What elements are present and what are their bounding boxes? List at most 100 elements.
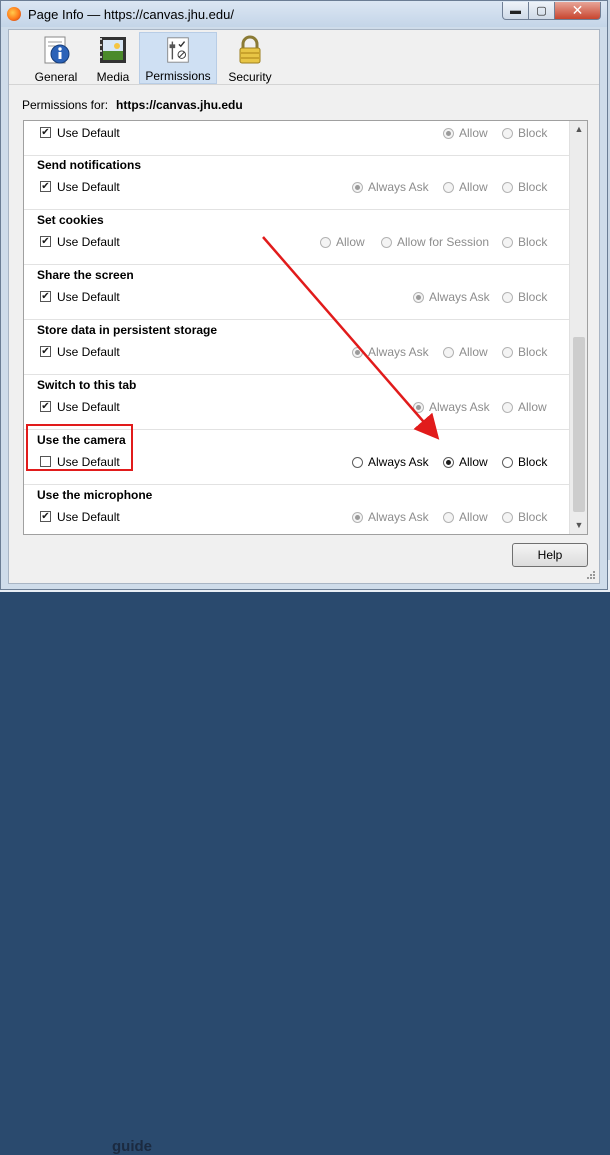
radio-label: Allow: [459, 180, 488, 194]
use-default-label[interactable]: Use Default: [57, 290, 120, 304]
radio-dot[interactable]: [381, 236, 392, 248]
radio-label: Always Ask: [368, 345, 429, 359]
title-bar[interactable]: Page Info — https://canvas.jhu.edu/ ▬ ▢ …: [1, 1, 607, 27]
scrollbar[interactable]: ▲ ▼: [569, 121, 587, 534]
radio-dot[interactable]: [443, 181, 454, 193]
radio-allow[interactable]: Allow: [443, 126, 488, 140]
scroll-down-arrow-icon[interactable]: ▼: [570, 517, 587, 534]
use-default-label[interactable]: Use Default: [57, 180, 120, 194]
use-default-checkbox[interactable]: ✔: [40, 291, 51, 302]
use-default-label[interactable]: Use Default: [57, 235, 120, 249]
permission-row: Store data in persistent storage ✔ Use Def…: [24, 319, 569, 375]
permission-title: Use the microphone: [37, 488, 153, 502]
use-default-label[interactable]: Use Default: [57, 345, 120, 359]
radio-block[interactable]: Block: [502, 455, 547, 469]
tab-security[interactable]: Security: [226, 32, 274, 84]
radio-dot[interactable]: [502, 456, 513, 468]
use-default-checkbox[interactable]: ✔: [40, 181, 51, 192]
permission-title: Share the screen: [37, 268, 134, 282]
radio-label: Allow: [336, 235, 365, 249]
radio-allow[interactable]: Allow: [443, 345, 488, 359]
use-default-label[interactable]: Use Default: [57, 126, 120, 140]
use-default-checkbox[interactable]: [40, 456, 51, 467]
tab-media[interactable]: Media: [92, 32, 134, 84]
permission-row: Use the microphone ✔ Use Default Always Ask…: [24, 484, 569, 534]
radio-label: Allow: [459, 510, 488, 524]
scroll-thumb[interactable]: [573, 337, 585, 512]
radio-block[interactable]: Block: [502, 345, 547, 359]
radio-always-ask[interactable]: Always Ask: [413, 400, 490, 414]
radio-dot[interactable]: [352, 346, 363, 358]
radio-always-ask[interactable]: Always Ask: [352, 345, 429, 359]
radio-dot[interactable]: [352, 181, 363, 193]
radio-label: Always Ask: [368, 510, 429, 524]
permission-row: Switch to this tab ✔ Use Default Always Ask…: [24, 374, 569, 430]
radio-dot[interactable]: [320, 236, 331, 248]
radio-block[interactable]: Block: [502, 290, 547, 304]
radio-dot[interactable]: [502, 511, 513, 523]
radio-dot[interactable]: [413, 291, 424, 303]
radio-allow[interactable]: Allow: [320, 235, 365, 249]
radio-label: Block: [518, 455, 548, 469]
permission-row: ✔ Use Default Allow Block: [24, 121, 569, 156]
radio-label: Always Ask: [429, 290, 490, 304]
radio-dot[interactable]: [502, 127, 513, 139]
use-default-checkbox[interactable]: ✔: [40, 346, 51, 357]
help-button[interactable]: Help: [512, 543, 588, 567]
tab-permissions[interactable]: Permissions: [139, 32, 217, 84]
radio-always-ask[interactable]: Always Ask: [413, 290, 490, 304]
radio-dot[interactable]: [443, 456, 454, 468]
close-button[interactable]: ✕: [555, 2, 601, 20]
radio-block[interactable]: Block: [502, 235, 547, 249]
radio-allow[interactable]: Allow: [443, 455, 488, 469]
radio-dot[interactable]: [443, 511, 454, 523]
use-default-checkbox[interactable]: ✔: [40, 236, 51, 247]
use-default-label[interactable]: Use Default: [57, 400, 120, 414]
tab-security-label: Security: [228, 70, 272, 84]
radio-dot[interactable]: [502, 181, 513, 193]
use-default-label[interactable]: Use Default: [57, 510, 120, 524]
radio-dot[interactable]: [352, 456, 363, 468]
radio-dot[interactable]: [502, 346, 513, 358]
permission-row: Send notifications ✔ Use Default Always Ask…: [24, 154, 569, 210]
radio-allow[interactable]: Allow: [443, 510, 488, 524]
radio-dot[interactable]: [502, 236, 513, 248]
radio-always-ask[interactable]: Always Ask: [352, 180, 429, 194]
permission-title: Use the camera: [37, 433, 126, 447]
radio-dot[interactable]: [443, 127, 454, 139]
radio-label: Allow: [459, 455, 488, 469]
tab-general-label: General: [34, 70, 78, 84]
radio-allow-for-session[interactable]: Allow for Session: [381, 235, 489, 249]
radio-allow[interactable]: Allow: [502, 400, 547, 414]
radio-dot[interactable]: [352, 511, 363, 523]
tab-permissions-label: Permissions: [145, 69, 211, 83]
lock-icon: [239, 35, 261, 64]
scroll-up-arrow-icon[interactable]: ▲: [570, 121, 587, 138]
tab-general[interactable]: General: [34, 32, 78, 84]
radio-dot[interactable]: [502, 291, 513, 303]
minimize-button[interactable]: ▬: [502, 2, 529, 20]
permissions-icon: [167, 37, 189, 63]
use-default-label[interactable]: Use Default: [57, 455, 120, 469]
radio-dot[interactable]: [413, 401, 424, 413]
use-default-checkbox[interactable]: ✔: [40, 511, 51, 522]
radio-block[interactable]: Block: [502, 126, 547, 140]
radio-allow[interactable]: Allow: [443, 180, 488, 194]
tab-media-label: Media: [96, 70, 130, 84]
radio-dot[interactable]: [443, 346, 454, 358]
permission-title: Store data in persistent storage: [37, 323, 218, 337]
maximize-button[interactable]: ▢: [529, 2, 555, 20]
permission-title: Switch to this tab: [37, 378, 137, 392]
radio-always-ask[interactable]: Always Ask: [352, 510, 429, 524]
use-default-checkbox[interactable]: ✔: [40, 401, 51, 412]
resize-grip-icon[interactable]: [586, 570, 596, 580]
radio-label: Allow: [518, 400, 547, 414]
tab-toolbar: General Media Permissions Security: [9, 30, 599, 85]
use-default-checkbox[interactable]: ✔: [40, 127, 51, 138]
radio-label: Block: [518, 290, 548, 304]
radio-dot[interactable]: [502, 401, 513, 413]
radio-block[interactable]: Block: [502, 180, 547, 194]
radio-always-ask[interactable]: Always Ask: [352, 455, 429, 469]
radio-block[interactable]: Block: [502, 510, 547, 524]
permissions-list[interactable]: Use the microphone ✔ Use Default Always Ask…: [23, 120, 588, 535]
